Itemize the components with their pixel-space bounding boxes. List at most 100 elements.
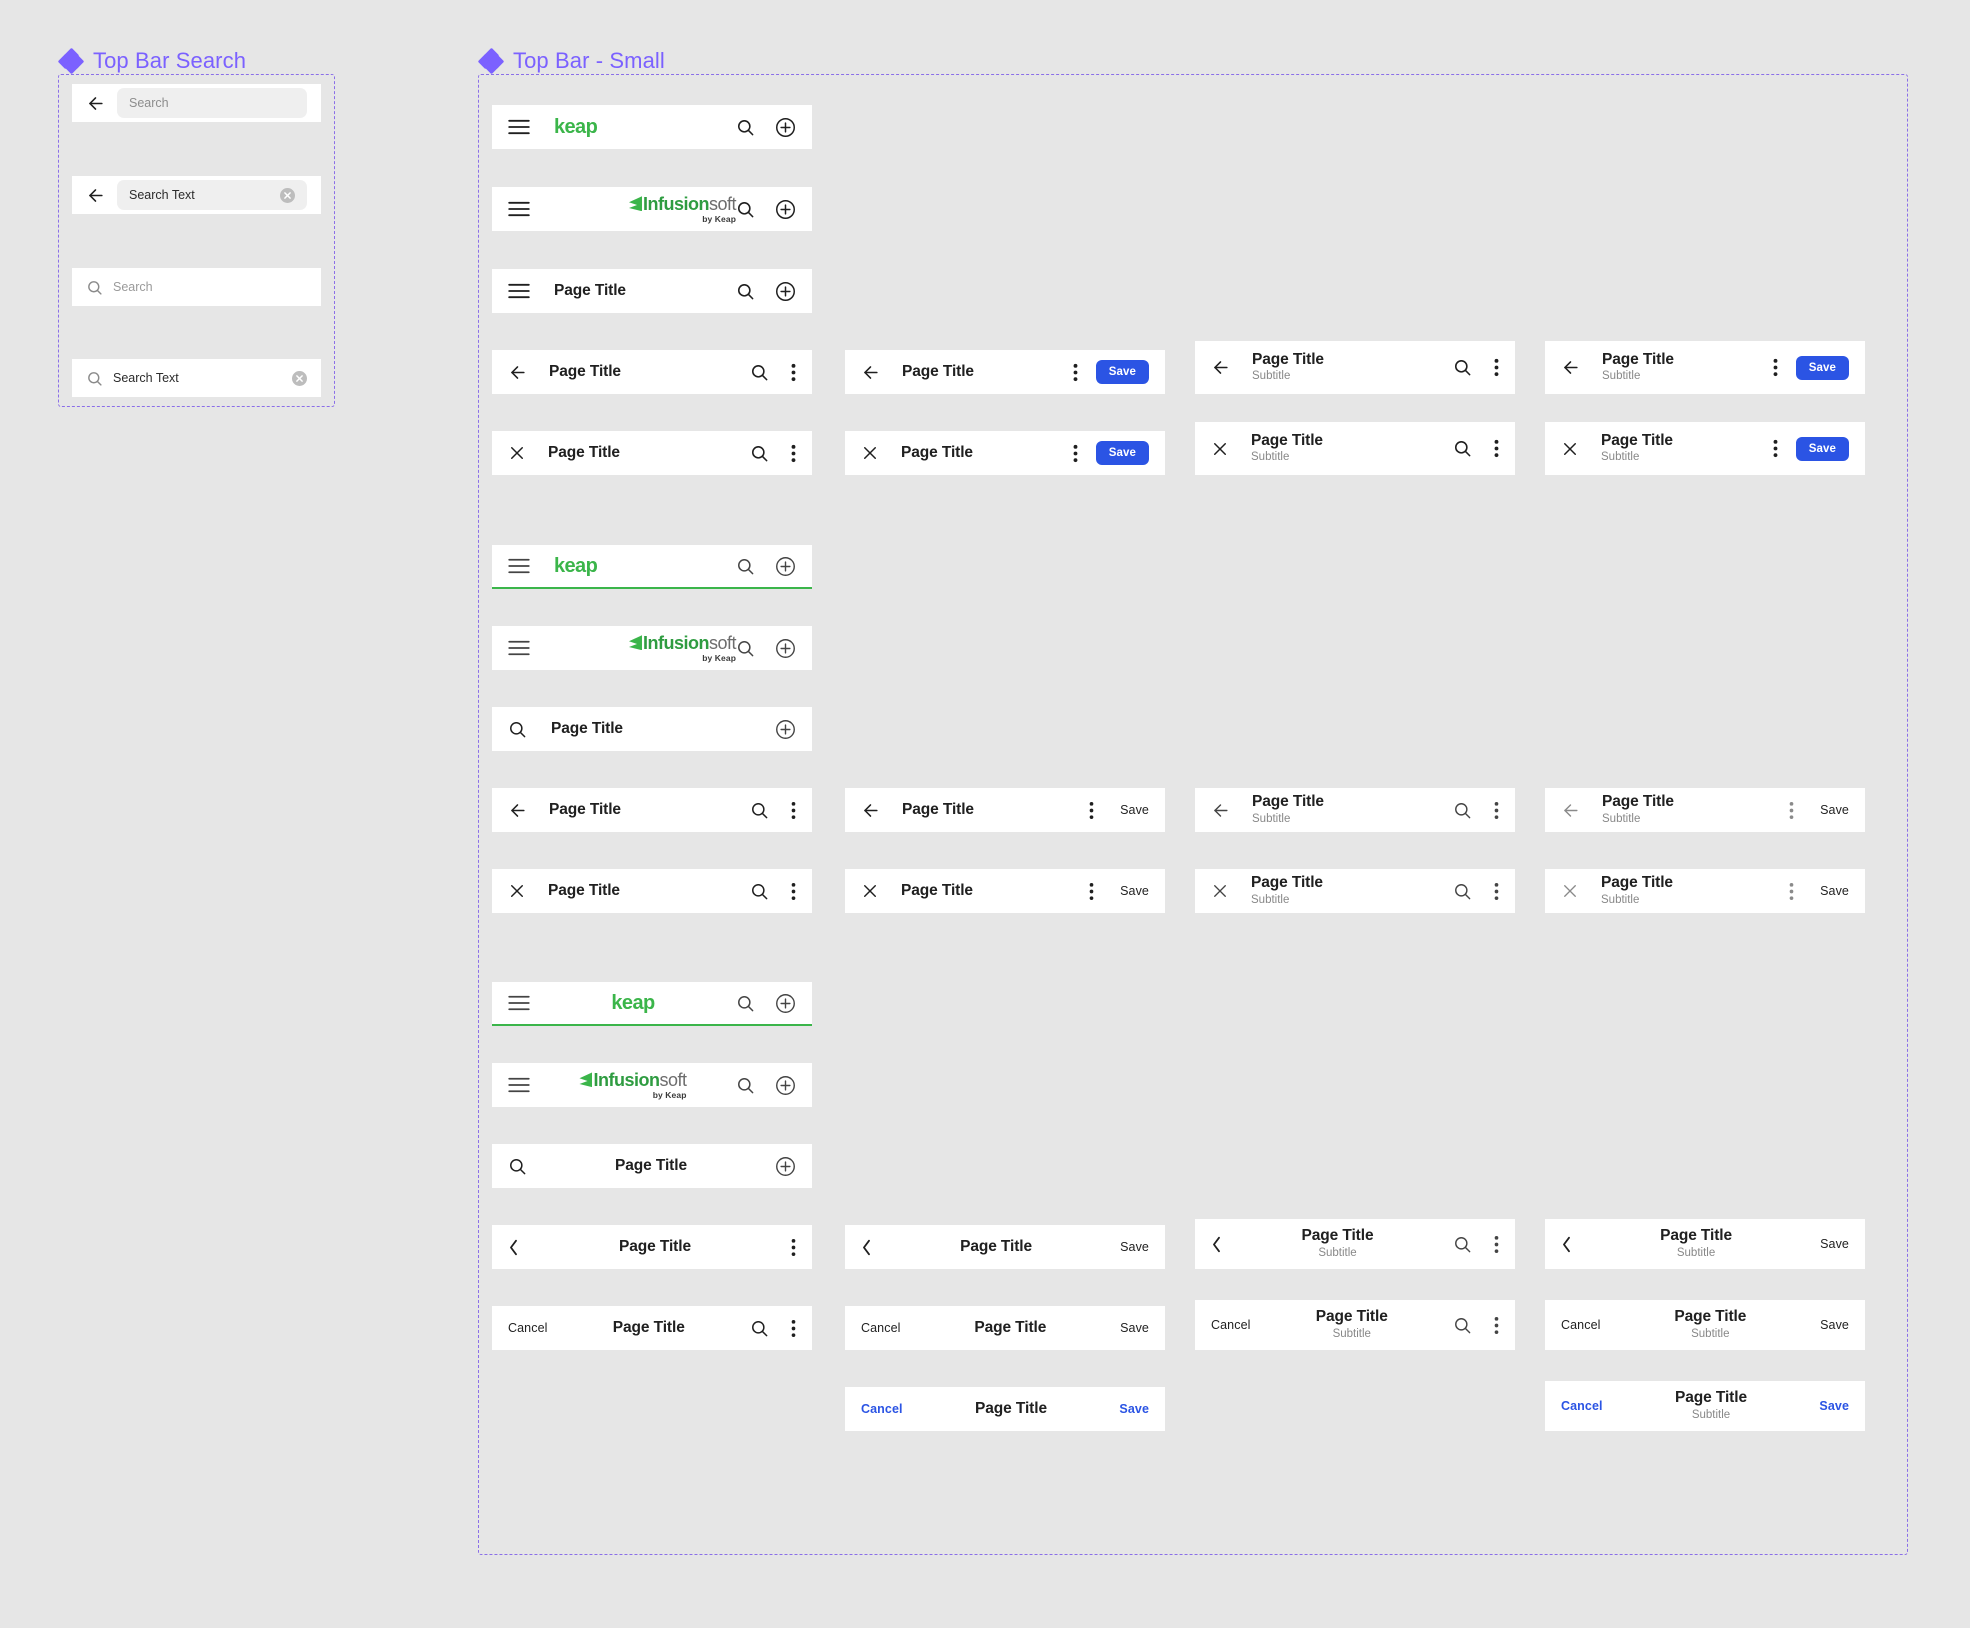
search-icon[interactable] xyxy=(736,994,755,1013)
save-button[interactable]: Save xyxy=(1095,360,1149,384)
topbar-search-title-add[interactable]: Page Title xyxy=(492,707,812,751)
cancel-button[interactable]: Cancel xyxy=(1211,1318,1251,1332)
search-icon[interactable] xyxy=(750,444,769,463)
arrow-back-icon[interactable] xyxy=(861,363,880,382)
close-icon[interactable] xyxy=(1211,440,1229,458)
search-icon[interactable] xyxy=(508,720,527,739)
more-vertical-icon[interactable] xyxy=(1773,358,1778,377)
topbar-cancel-centered-title-subtitle-search-more[interactable]: Cancel Page Title Subtitle xyxy=(1195,1300,1515,1350)
hamburger-menu-icon[interactable] xyxy=(508,640,530,656)
search-input-value[interactable]: Search Text xyxy=(113,371,292,385)
more-vertical-icon[interactable] xyxy=(791,801,796,820)
search-icon[interactable] xyxy=(750,882,769,901)
topbar-keap-centered[interactable]: keap xyxy=(492,982,812,1026)
topbar-infusionsoft-light[interactable]: Infusion soft by Keap xyxy=(492,626,812,670)
search-icon[interactable] xyxy=(86,279,103,296)
save-button[interactable]: Save xyxy=(1820,803,1849,817)
cancel-button[interactable]: Cancel xyxy=(1561,1399,1603,1413)
topbar-keap-underline[interactable]: keap xyxy=(492,545,812,589)
chevron-left-icon[interactable] xyxy=(1561,1236,1572,1253)
add-circle-icon[interactable] xyxy=(775,638,796,659)
search-icon[interactable] xyxy=(736,1076,755,1095)
topbar-infusionsoft-dark[interactable]: Infusion soft by Keap xyxy=(492,187,812,231)
close-icon[interactable] xyxy=(1561,440,1579,458)
search-icon[interactable] xyxy=(508,1157,527,1176)
more-vertical-icon[interactable] xyxy=(791,882,796,901)
more-vertical-icon[interactable] xyxy=(1494,439,1499,458)
topbar-cancel-blue-centered-title-save-blue[interactable]: Cancel Page Title Save xyxy=(845,1387,1165,1431)
topbar-chevron-centered-title-subtitle-search-more[interactable]: Page Title Subtitle xyxy=(1195,1219,1515,1269)
arrow-back-icon[interactable] xyxy=(86,94,105,113)
search-input[interactable]: Search xyxy=(117,88,307,118)
search-input[interactable]: Search Text xyxy=(117,180,307,210)
topbar-cancel-centered-title-save[interactable]: Cancel Page Title Save xyxy=(845,1306,1165,1350)
close-icon[interactable] xyxy=(861,882,879,900)
search-icon[interactable] xyxy=(1453,1316,1472,1335)
arrow-back-icon[interactable] xyxy=(1561,358,1580,377)
save-button[interactable]: Save xyxy=(1120,1240,1149,1254)
cancel-button[interactable]: Cancel xyxy=(861,1402,903,1416)
more-vertical-icon[interactable] xyxy=(791,444,796,463)
search-bar-inline-value[interactable]: Search Text xyxy=(72,359,321,397)
more-vertical-icon[interactable] xyxy=(1494,882,1499,901)
topbar-close-title-subtitle-more-savetext[interactable]: Page Title Subtitle Save xyxy=(1545,869,1865,913)
chevron-left-icon[interactable] xyxy=(861,1239,872,1256)
more-vertical-icon[interactable] xyxy=(1073,363,1078,382)
chevron-left-icon[interactable] xyxy=(1211,1236,1222,1253)
close-icon[interactable] xyxy=(1561,882,1579,900)
add-circle-icon[interactable] xyxy=(775,993,796,1014)
add-circle-icon[interactable] xyxy=(775,281,796,302)
save-button[interactable]: Save xyxy=(1095,441,1149,465)
arrow-back-icon[interactable] xyxy=(1561,801,1580,820)
arrow-back-icon[interactable] xyxy=(861,801,880,820)
topbar-back-title-subtitle-search-more-light[interactable]: Page Title Subtitle xyxy=(1195,788,1515,832)
search-bar-back-value[interactable]: Search Text xyxy=(72,176,321,214)
more-vertical-icon[interactable] xyxy=(1789,882,1794,901)
more-vertical-icon[interactable] xyxy=(1089,801,1094,820)
cancel-button[interactable]: Cancel xyxy=(508,1321,548,1335)
more-vertical-icon[interactable] xyxy=(1773,439,1778,458)
close-icon[interactable] xyxy=(1211,882,1229,900)
add-circle-icon[interactable] xyxy=(775,117,796,138)
hamburger-menu-icon[interactable] xyxy=(508,283,530,299)
save-button[interactable]: Save xyxy=(1120,803,1149,817)
close-icon[interactable] xyxy=(508,444,526,462)
topbar-back-title-more-savetext[interactable]: Page Title Save xyxy=(845,788,1165,832)
save-button[interactable]: Save xyxy=(1795,355,1849,380)
save-button[interactable]: Save xyxy=(1820,1237,1849,1251)
more-vertical-icon[interactable] xyxy=(791,363,796,382)
topbar-back-title-subtitle-more-savetext[interactable]: Page Title Subtitle Save xyxy=(1545,788,1865,832)
more-vertical-icon[interactable] xyxy=(1494,358,1499,377)
arrow-back-icon[interactable] xyxy=(86,186,105,205)
search-icon[interactable] xyxy=(750,801,769,820)
topbar-chevron-centered-title-more[interactable]: Page Title xyxy=(492,1225,812,1269)
arrow-back-icon[interactable] xyxy=(1211,801,1230,820)
search-icon[interactable] xyxy=(736,557,755,576)
topbar-cancel-centered-title-subtitle-save[interactable]: Cancel Page Title Subtitle Save xyxy=(1545,1300,1865,1350)
more-vertical-icon[interactable] xyxy=(1073,444,1078,463)
arrow-back-icon[interactable] xyxy=(508,363,527,382)
search-icon[interactable] xyxy=(736,282,755,301)
add-circle-icon[interactable] xyxy=(775,1156,796,1177)
search-icon[interactable] xyxy=(86,370,103,387)
hamburger-menu-icon[interactable] xyxy=(508,119,530,135)
search-icon[interactable] xyxy=(1453,439,1472,458)
topbar-back-title-more-save[interactable]: Page Title Save xyxy=(845,350,1165,394)
topbar-back-title-search-more[interactable]: Page Title xyxy=(492,350,812,394)
more-vertical-icon[interactable] xyxy=(1494,801,1499,820)
topbar-close-title-subtitle-more-save[interactable]: Page Title Subtitle Save xyxy=(1545,422,1865,475)
hamburger-menu-icon[interactable] xyxy=(508,558,530,574)
save-button[interactable]: Save xyxy=(1820,1318,1849,1332)
topbar-chevron-centered-title-savetext[interactable]: Page Title Save xyxy=(845,1225,1165,1269)
topbar-close-title-subtitle-search-more-light[interactable]: Page Title Subtitle xyxy=(1195,869,1515,913)
more-vertical-icon[interactable] xyxy=(791,1319,796,1338)
more-vertical-icon[interactable] xyxy=(1494,1316,1499,1335)
topbar-close-title-more-savetext[interactable]: Page Title Save xyxy=(845,869,1165,913)
close-icon[interactable] xyxy=(861,444,879,462)
more-vertical-icon[interactable] xyxy=(1089,882,1094,901)
hamburger-menu-icon[interactable] xyxy=(508,995,530,1011)
arrow-back-icon[interactable] xyxy=(508,801,527,820)
search-icon[interactable] xyxy=(736,639,755,658)
topbar-search-centered-title-add[interactable]: Page Title xyxy=(492,1144,812,1188)
search-input-placeholder[interactable]: Search xyxy=(113,280,307,294)
